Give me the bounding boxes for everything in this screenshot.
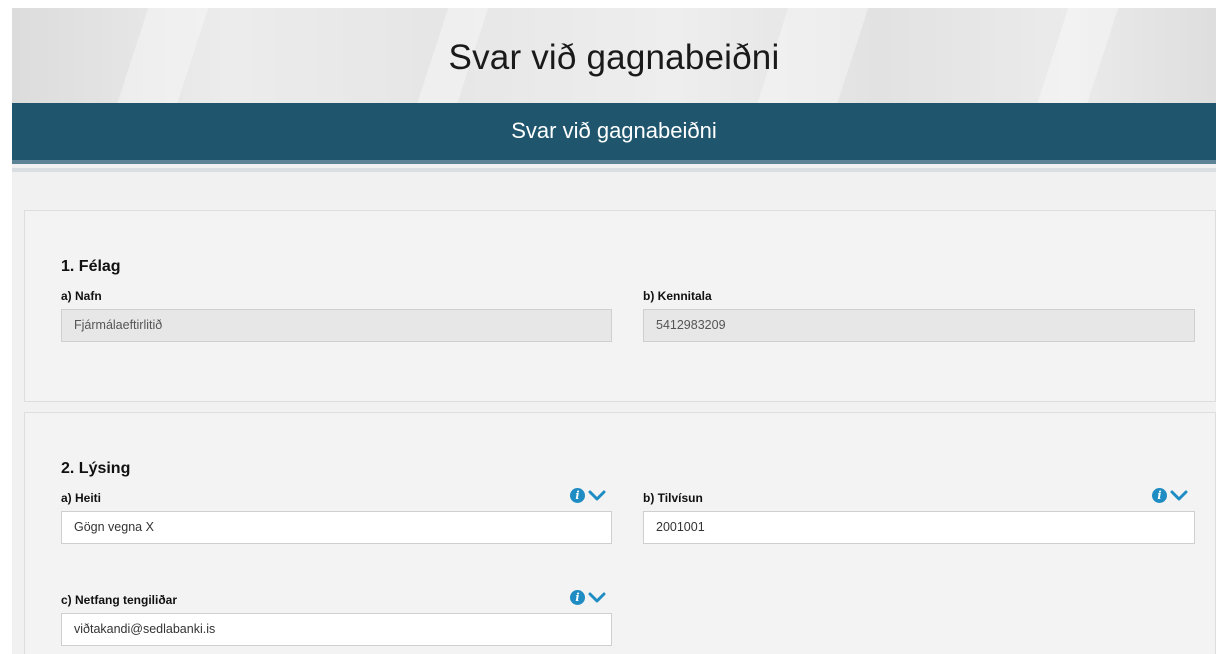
netfang-help[interactable]: i [570, 590, 606, 605]
chevron-down-icon[interactable] [1170, 490, 1188, 502]
form-banner: Svar við gagnabeiðni [12, 103, 1216, 164]
kennitala-label: b) Kennitala [643, 289, 712, 303]
info-icon[interactable]: i [1152, 488, 1167, 503]
heiti-help[interactable]: i [570, 488, 606, 503]
tilvisun-help[interactable]: i [1152, 488, 1188, 503]
chevron-down-icon[interactable] [588, 490, 606, 502]
nafn-field[interactable]: Fjármálaeftirlitið [61, 309, 612, 342]
kennitala-field[interactable]: 5412983209 [643, 309, 1195, 342]
info-icon[interactable]: i [570, 488, 585, 503]
page: Svar við gagnabeiðni Svar við gagnabeiðn… [12, 8, 1216, 654]
section-lysing: 2. Lýsing a) Heiti i Gögn vegna X b) Til… [24, 412, 1216, 654]
heiti-input[interactable]: Gögn vegna X [61, 511, 612, 544]
section-title-lysing: 2. Lýsing [61, 460, 131, 477]
nafn-label: a) Nafn [61, 289, 102, 303]
netfang-input[interactable]: viðtakandi@sedlabanki.is [61, 613, 612, 646]
section-felag: 1. Félag a) Nafn Fjármálaeftirlitið b) K… [24, 210, 1216, 402]
netfang-label: c) Netfang tengiliðar [61, 593, 178, 607]
info-icon[interactable]: i [570, 590, 585, 605]
tilvisun-input[interactable]: 2001001 [643, 511, 1195, 544]
divider [12, 168, 1216, 172]
hero-header: Svar við gagnabeiðni [12, 8, 1216, 103]
chevron-down-icon[interactable] [588, 592, 606, 604]
tilvisun-label: b) Tilvísun [643, 491, 703, 505]
section-title-felag: 1. Félag [61, 258, 121, 275]
page-title: Svar við gagnabeiðni [448, 38, 780, 77]
heiti-label: a) Heiti [61, 491, 102, 505]
